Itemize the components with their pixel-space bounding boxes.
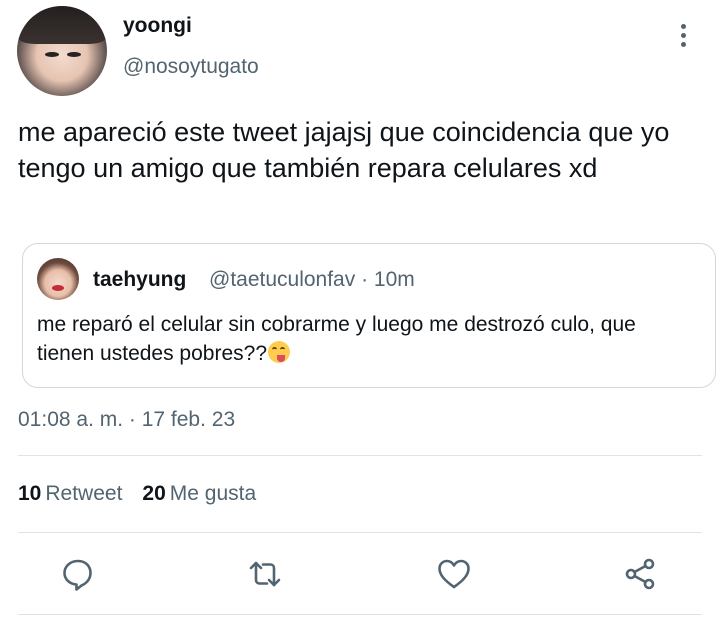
savoring-food-emoji-icon: [268, 341, 291, 363]
quoted-text: me reparó el celular sin cobrarme y lueg…: [37, 313, 636, 365]
quoted-tweet[interactable]: taehyung @taetuculonfav · 10m me reparó …: [22, 243, 716, 388]
tweet-text: me apareció este tweet jajajsj que coinc…: [18, 117, 670, 183]
author-avatar[interactable]: [17, 6, 107, 96]
author-handle[interactable]: @nosoytugato: [123, 55, 259, 79]
avatar-hair: [17, 6, 107, 44]
likes-count[interactable]: 20: [142, 482, 165, 505]
reply-icon[interactable]: [60, 556, 96, 592]
quoted-meta: @taetuculonfav · 10m: [209, 268, 415, 291]
tweet-stats: 10 Retweet 20 Me gusta: [18, 482, 256, 506]
quoted-text-block: me reparó el celular sin cobrarme y lueg…: [37, 310, 697, 368]
divider: [18, 455, 702, 456]
divider: [18, 532, 702, 533]
likes-label[interactable]: Me gusta: [170, 482, 256, 505]
share-icon[interactable]: [622, 556, 658, 592]
avatar-eye-right: [67, 52, 81, 57]
retweet-icon[interactable]: [247, 556, 283, 592]
avatar-eye-left: [45, 52, 59, 57]
like-icon[interactable]: [436, 556, 472, 592]
divider: [18, 614, 702, 615]
quoted-author-avatar[interactable]: [37, 258, 79, 300]
tweet-timestamp[interactable]: 01:08 a. m. · 17 feb. 23: [18, 408, 235, 432]
retweets-label[interactable]: Retweet: [45, 482, 122, 505]
quoted-author-name: taehyung: [93, 268, 187, 291]
author-name[interactable]: yoongi: [123, 14, 192, 38]
more-options-icon[interactable]: [674, 22, 692, 52]
retweets-count[interactable]: 10: [18, 482, 41, 505]
